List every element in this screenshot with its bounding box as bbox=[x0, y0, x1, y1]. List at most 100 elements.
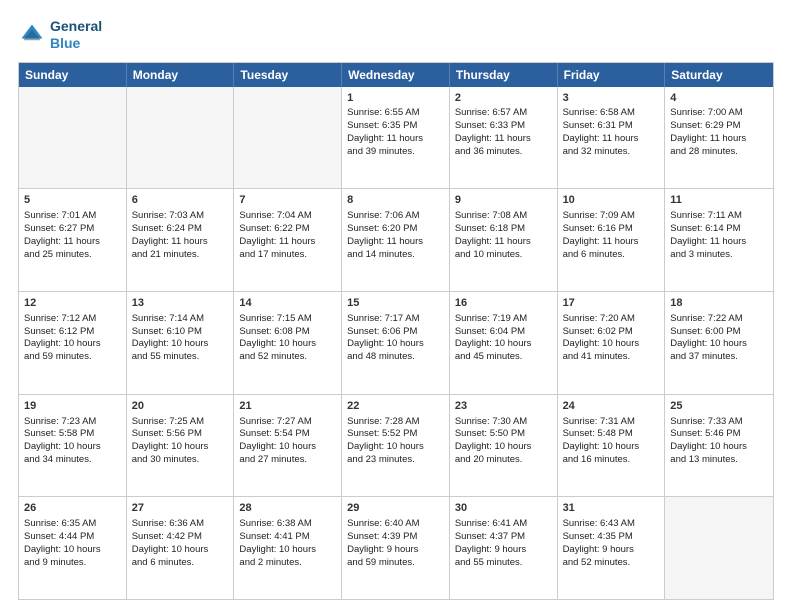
day-number: 24 bbox=[563, 399, 660, 414]
day-number: 27 bbox=[132, 501, 229, 516]
day-number: 25 bbox=[670, 399, 768, 414]
day-number: 2 bbox=[455, 91, 552, 106]
cell-info: Sunrise: 7:14 AMSunset: 6:10 PMDaylight:… bbox=[132, 313, 229, 364]
calendar-cell: 1Sunrise: 6:55 AMSunset: 6:35 PMDaylight… bbox=[342, 87, 450, 189]
calendar-cell: 13 Sunrise: 7:14 AMSunset: 6:10 PMDayligh… bbox=[127, 292, 235, 394]
cell-info: Sunrise: 6:35 AMSunset: 4:44 PMDaylight:… bbox=[24, 518, 121, 569]
calendar-cell: 17 Sunrise: 7:20 AMSunset: 6:02 PMDayligh… bbox=[558, 292, 666, 394]
calendar-cell bbox=[127, 87, 235, 189]
cell-info: Sunrise: 7:20 AMSunset: 6:02 PMDaylight:… bbox=[563, 313, 660, 364]
cell-info: Sunrise: 7:00 AMSunset: 6:29 PMDaylight:… bbox=[670, 107, 768, 158]
calendar-cell: 29 Sunrise: 6:40 AMSunset: 4:39 PMDayligh… bbox=[342, 497, 450, 599]
calendar-cell: 31Sunrise: 6:43 AMSunset: 4:35 PMDayligh… bbox=[558, 497, 666, 599]
cell-info: Sunrise: 7:27 AMSunset: 5:54 PMDaylight:… bbox=[239, 416, 336, 467]
cell-info: Sunrise: 7:06 AMSunset: 6:20 PMDaylight:… bbox=[347, 210, 444, 261]
day-number: 12 bbox=[24, 296, 121, 311]
day-number: 26 bbox=[24, 501, 121, 516]
cell-info: Sunrise: 7:09 AMSunset: 6:16 PMDaylight:… bbox=[563, 210, 660, 261]
calendar-row-1: 1Sunrise: 6:55 AMSunset: 6:35 PMDaylight… bbox=[19, 87, 773, 189]
day-number: 15 bbox=[347, 296, 444, 311]
calendar-row-5: 26 Sunrise: 6:35 AMSunset: 4:44 PMDayligh… bbox=[19, 496, 773, 599]
cell-info: Sunrise: 6:43 AMSunset: 4:35 PMDaylight:… bbox=[563, 518, 660, 569]
day-number: 11 bbox=[670, 193, 768, 208]
weekday-header-friday: Friday bbox=[558, 63, 666, 87]
cell-info: Sunrise: 7:17 AMSunset: 6:06 PMDaylight:… bbox=[347, 313, 444, 364]
calendar-row-2: 5 Sunrise: 7:01 AMSunset: 6:27 PMDaylight… bbox=[19, 188, 773, 291]
calendar-cell: 3Sunrise: 6:58 AMSunset: 6:31 PMDaylight… bbox=[558, 87, 666, 189]
day-number: 22 bbox=[347, 399, 444, 414]
cell-info: Sunrise: 7:03 AMSunset: 6:24 PMDaylight:… bbox=[132, 210, 229, 261]
cell-info: Sunrise: 7:08 AMSunset: 6:18 PMDaylight:… bbox=[455, 210, 552, 261]
cell-info: Sunrise: 7:30 AMSunset: 5:50 PMDaylight:… bbox=[455, 416, 552, 467]
calendar-cell: 8 Sunrise: 7:06 AMSunset: 6:20 PMDaylight… bbox=[342, 189, 450, 291]
calendar-cell: 28 Sunrise: 6:38 AMSunset: 4:41 PMDayligh… bbox=[234, 497, 342, 599]
calendar-body: 1Sunrise: 6:55 AMSunset: 6:35 PMDaylight… bbox=[19, 87, 773, 599]
cell-info: Sunrise: 7:33 AMSunset: 5:46 PMDaylight:… bbox=[670, 416, 768, 467]
day-number: 3 bbox=[563, 91, 660, 106]
day-number: 17 bbox=[563, 296, 660, 311]
day-number: 23 bbox=[455, 399, 552, 414]
calendar-cell: 11 Sunrise: 7:11 AMSunset: 6:14 PMDayligh… bbox=[665, 189, 773, 291]
day-number: 10 bbox=[563, 193, 660, 208]
calendar-row-3: 12 Sunrise: 7:12 AMSunset: 6:12 PMDayligh… bbox=[19, 291, 773, 394]
cell-info: Sunrise: 6:40 AMSunset: 4:39 PMDaylight:… bbox=[347, 518, 444, 569]
calendar-header: SundayMondayTuesdayWednesdayThursdayFrid… bbox=[19, 63, 773, 87]
cell-info: Sunrise: 7:23 AMSunset: 5:58 PMDaylight:… bbox=[24, 416, 121, 467]
cell-info: Sunrise: 7:12 AMSunset: 6:12 PMDaylight:… bbox=[24, 313, 121, 364]
day-number: 4 bbox=[670, 91, 768, 106]
cell-info: Sunrise: 6:41 AMSunset: 4:37 PMDaylight:… bbox=[455, 518, 552, 569]
day-number: 13 bbox=[132, 296, 229, 311]
calendar-cell: 9Sunrise: 7:08 AMSunset: 6:18 PMDaylight… bbox=[450, 189, 558, 291]
weekday-header-tuesday: Tuesday bbox=[234, 63, 342, 87]
calendar-cell: 27 Sunrise: 6:36 AMSunset: 4:42 PMDayligh… bbox=[127, 497, 235, 599]
calendar-cell: 12 Sunrise: 7:12 AMSunset: 6:12 PMDayligh… bbox=[19, 292, 127, 394]
cell-info: Sunrise: 7:19 AMSunset: 6:04 PMDaylight:… bbox=[455, 313, 552, 364]
cell-info: Sunrise: 6:36 AMSunset: 4:42 PMDaylight:… bbox=[132, 518, 229, 569]
calendar-cell: 4Sunrise: 7:00 AMSunset: 6:29 PMDaylight… bbox=[665, 87, 773, 189]
weekday-header-thursday: Thursday bbox=[450, 63, 558, 87]
cell-info: Sunrise: 6:58 AMSunset: 6:31 PMDaylight:… bbox=[563, 107, 660, 158]
calendar-cell: 30 Sunrise: 6:41 AMSunset: 4:37 PMDayligh… bbox=[450, 497, 558, 599]
logo-name-blue: Blue bbox=[50, 35, 102, 52]
cell-info: Sunrise: 7:11 AMSunset: 6:14 PMDaylight:… bbox=[670, 210, 768, 261]
calendar-cell: 23 Sunrise: 7:30 AMSunset: 5:50 PMDayligh… bbox=[450, 395, 558, 497]
header: General Blue bbox=[18, 18, 774, 52]
day-number: 8 bbox=[347, 193, 444, 208]
weekday-header-sunday: Sunday bbox=[19, 63, 127, 87]
calendar-cell: 15 Sunrise: 7:17 AMSunset: 6:06 PMDayligh… bbox=[342, 292, 450, 394]
logo-icon bbox=[18, 21, 46, 49]
day-number: 1 bbox=[347, 91, 444, 106]
calendar-cell: 10 Sunrise: 7:09 AMSunset: 6:16 PMDayligh… bbox=[558, 189, 666, 291]
day-number: 5 bbox=[24, 193, 121, 208]
calendar-cell: 7 Sunrise: 7:04 AMSunset: 6:22 PMDaylight… bbox=[234, 189, 342, 291]
day-number: 20 bbox=[132, 399, 229, 414]
cell-info: Sunrise: 7:28 AMSunset: 5:52 PMDaylight:… bbox=[347, 416, 444, 467]
calendar-cell: 26 Sunrise: 6:35 AMSunset: 4:44 PMDayligh… bbox=[19, 497, 127, 599]
calendar: SundayMondayTuesdayWednesdayThursdayFrid… bbox=[18, 62, 774, 600]
calendar-cell: 19Sunrise: 7:23 AMSunset: 5:58 PMDayligh… bbox=[19, 395, 127, 497]
calendar-cell: 18Sunrise: 7:22 AMSunset: 6:00 PMDayligh… bbox=[665, 292, 773, 394]
day-number: 28 bbox=[239, 501, 336, 516]
logo: General Blue bbox=[18, 18, 102, 52]
calendar-cell: 24 Sunrise: 7:31 AMSunset: 5:48 PMDayligh… bbox=[558, 395, 666, 497]
calendar-cell bbox=[234, 87, 342, 189]
page: General Blue SundayMondayTuesdayWednesda… bbox=[0, 0, 792, 612]
day-number: 6 bbox=[132, 193, 229, 208]
weekday-header-saturday: Saturday bbox=[665, 63, 773, 87]
cell-info: Sunrise: 7:15 AMSunset: 6:08 PMDaylight:… bbox=[239, 313, 336, 364]
calendar-cell: 5 Sunrise: 7:01 AMSunset: 6:27 PMDaylight… bbox=[19, 189, 127, 291]
day-number: 21 bbox=[239, 399, 336, 414]
cell-info: Sunrise: 7:31 AMSunset: 5:48 PMDaylight:… bbox=[563, 416, 660, 467]
cell-info: Sunrise: 6:38 AMSunset: 4:41 PMDaylight:… bbox=[239, 518, 336, 569]
day-number: 30 bbox=[455, 501, 552, 516]
calendar-cell bbox=[19, 87, 127, 189]
day-number: 29 bbox=[347, 501, 444, 516]
cell-info: Sunrise: 7:04 AMSunset: 6:22 PMDaylight:… bbox=[239, 210, 336, 261]
cell-info: Sunrise: 7:01 AMSunset: 6:27 PMDaylight:… bbox=[24, 210, 121, 261]
calendar-cell: 20Sunrise: 7:25 AMSunset: 5:56 PMDayligh… bbox=[127, 395, 235, 497]
day-number: 14 bbox=[239, 296, 336, 311]
calendar-row-4: 19Sunrise: 7:23 AMSunset: 5:58 PMDayligh… bbox=[19, 394, 773, 497]
day-number: 7 bbox=[239, 193, 336, 208]
calendar-cell: 6 Sunrise: 7:03 AMSunset: 6:24 PMDaylight… bbox=[127, 189, 235, 291]
logo-name-general: General bbox=[50, 18, 102, 35]
